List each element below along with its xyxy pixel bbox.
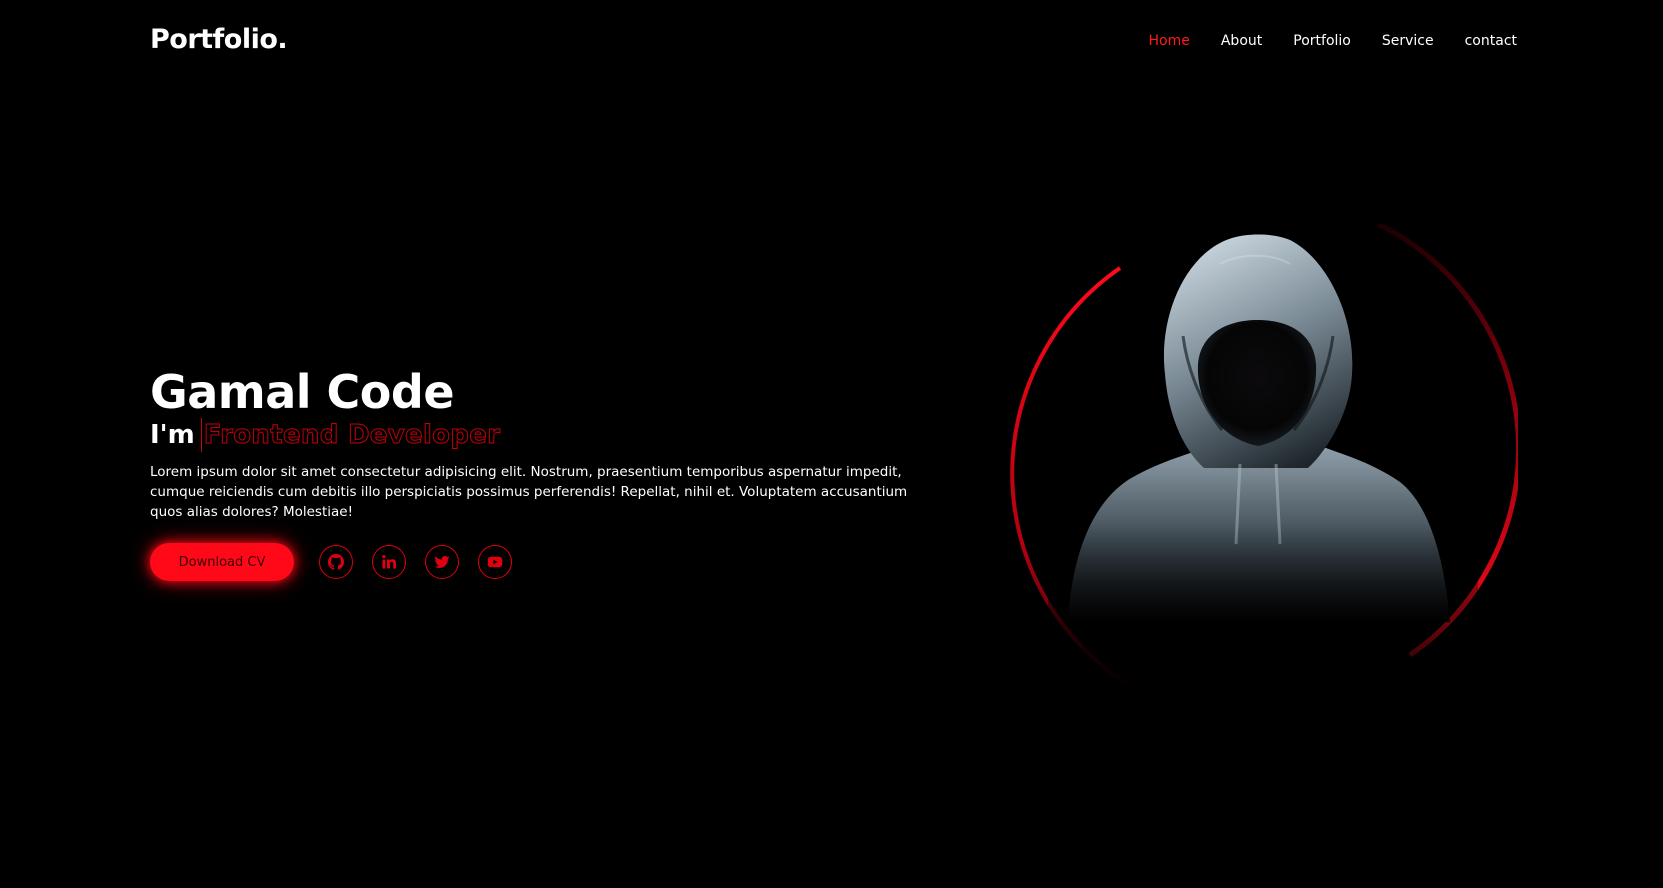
role-text: Frontend Developer <box>203 420 501 451</box>
linkedin-icon <box>382 555 396 569</box>
hero-image <box>1008 224 1518 700</box>
hooded-figure-illustration <box>1010 224 1518 700</box>
nav-link-portfolio[interactable]: Portfolio <box>1293 33 1351 49</box>
twitter-icon <box>434 555 450 569</box>
linkedin-link[interactable] <box>372 545 406 579</box>
hero-role-line: I'm Frontend Developer <box>150 418 940 452</box>
social-links <box>319 545 512 579</box>
hero-actions: Download CV <box>150 543 940 581</box>
typing-cursor <box>200 418 202 452</box>
site-header: Portfolio. Home About Portfolio Service … <box>0 0 1663 82</box>
nav-link-service[interactable]: Service <box>1382 33 1434 49</box>
youtube-link[interactable] <box>478 545 512 579</box>
hero-description: Lorem ipsum dolor sit amet consectetur a… <box>150 464 908 520</box>
hero-name: Gamal Code <box>150 365 455 419</box>
github-link[interactable] <box>319 545 353 579</box>
nav-link-home[interactable]: Home <box>1149 33 1190 49</box>
twitter-link[interactable] <box>425 545 459 579</box>
nav-link-about[interactable]: About <box>1221 33 1262 49</box>
main-nav: Home About Portfolio Service contact <box>1149 33 1517 49</box>
youtube-icon <box>487 556 503 568</box>
logo[interactable]: Portfolio. <box>150 24 288 55</box>
hero-intro: Gamal Code I'm Frontend Developer Lorem … <box>150 366 940 581</box>
role-prefix: I'm <box>150 420 195 450</box>
download-cv-button[interactable]: Download CV <box>150 543 294 581</box>
github-icon <box>328 554 344 570</box>
nav-link-contact[interactable]: contact <box>1465 33 1517 49</box>
